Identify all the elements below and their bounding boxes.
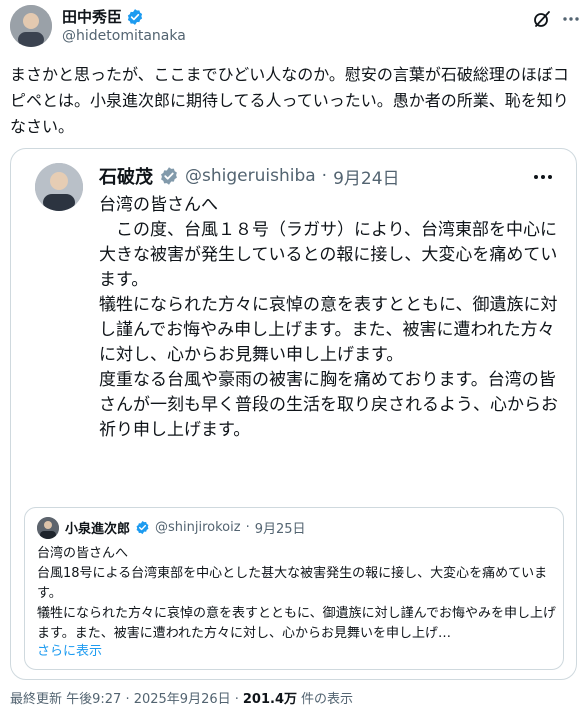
quoted-paragraph: 度重なる台風や豪雨の被害に胸を痛めております。台湾の皆さんが一刻も早く普段の生活… — [99, 370, 558, 440]
nested-line: 台湾の皆さんへ — [37, 546, 129, 561]
views-label: 件の表示 — [301, 692, 354, 707]
verified-badge-icon — [136, 520, 149, 535]
nested-author-handle[interactable]: @shinjirokoiz — [155, 520, 241, 535]
government-badge-icon — [161, 167, 177, 185]
views-count: 201.4万 — [242, 692, 298, 707]
post-text: まさかと思ったが、ここまでひどい人なのか。慰安の言葉が石破総理のほぼコピペとは。… — [10, 65, 569, 136]
author-handle[interactable]: @hidetomitanaka — [62, 28, 186, 44]
separator-dot: · — [321, 166, 328, 186]
show-more-link[interactable]: さらに表示 — [37, 640, 102, 659]
quoted-paragraph: 台湾の皆さんへ — [99, 195, 218, 215]
post-timestamp[interactable]: 最終更新 午後9:27 · 2025年9月26日 · — [10, 688, 239, 707]
nested-quoted-post-card[interactable]: 小泉進次郎 @shinjirokoiz · 9月25日 台湾の皆さんへ 台風18… — [24, 507, 564, 670]
nested-author-name[interactable]: 小泉進次郎 — [65, 518, 130, 537]
quoted-post-header: 石破茂 @shigeruishiba · 9月24日 — [99, 163, 400, 189]
quoted-author-handle[interactable]: @shigeruishiba — [185, 166, 316, 186]
nested-author-avatar-image — [37, 517, 59, 539]
nested-line: 台風18号による台湾東部を中心とした甚大な被害発生の報に接し、大変心を痛めていま… — [37, 566, 548, 601]
nested-line: 犠牲になられた方々に哀悼の意を表すとともに、御遺族に対し謹んでお悔やみを申し上げ… — [37, 606, 556, 641]
author-avatar-image — [10, 5, 52, 47]
quoted-paragraph: この度、台風１８号（ラガサ）により、台湾東部を中心に大きな被害が発生しているとの… — [99, 220, 558, 290]
quoted-post-date[interactable]: 9月24日 — [333, 164, 399, 189]
more-icon[interactable] — [531, 167, 555, 187]
nested-author-avatar[interactable] — [37, 517, 59, 539]
grok-icon[interactable] — [532, 9, 552, 29]
more-icon[interactable] — [562, 9, 580, 29]
author-avatar[interactable] — [10, 5, 52, 47]
verified-badge-icon — [127, 8, 143, 25]
quoted-post-body: 台湾の皆さんへ この度、台風１８号（ラガサ）により、台湾東部を中心に大きな被害が… — [99, 193, 559, 443]
author-name-row: 田中秀臣 — [62, 6, 144, 27]
post-footer: 最終更新 午後9:27 · 2025年9月26日 · 201.4万 件の表示 — [10, 688, 353, 707]
quoted-post-card[interactable]: 石破茂 @shigeruishiba · 9月24日 台湾の皆さんへ この度、台… — [10, 148, 577, 680]
quoted-author-avatar-image — [35, 163, 83, 211]
author-name[interactable]: 田中秀臣 — [62, 6, 122, 27]
nested-post-header: 小泉進次郎 @shinjirokoiz · 9月25日 — [65, 518, 306, 537]
quoted-author-name[interactable]: 石破茂 — [99, 163, 153, 189]
nested-post-date[interactable]: 9月25日 — [255, 518, 306, 537]
separator-dot: · — [245, 520, 250, 535]
nested-post-body: 台湾の皆さんへ 台風18号による台湾東部を中心とした甚大な被害発生の報に接し、大… — [37, 544, 557, 644]
quoted-paragraph: 犠牲になられた方々に哀悼の意を表すとともに、御遺族に対し謹んでお悔やみ申し上げま… — [99, 295, 558, 365]
quoted-author-avatar[interactable] — [35, 163, 83, 211]
